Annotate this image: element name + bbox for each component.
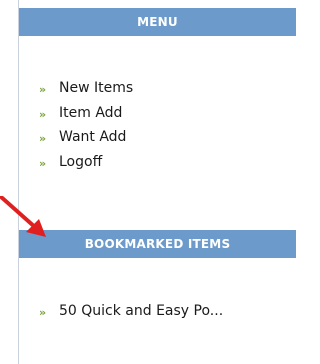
menu-item-label: Want Add [59,129,127,145]
double-chevron-right-icon: » [39,83,47,96]
bookmarked-items-header: BOOKMARKED ITEMS [19,228,296,258]
double-chevron-right-icon: » [39,132,47,145]
double-chevron-right-icon: » [39,156,47,170]
double-chevron-right-icon: » [39,107,47,121]
menu-item-label: Item Add [59,104,123,121]
menu-item-item-add[interactable]: » Item Add [19,103,133,128]
bookmarked-item-label: 50 Quick and Easy Po... [59,303,224,319]
bookmarked-item-link[interactable]: » 50 Quick and Easy Po... [19,301,223,325]
menu-item-label: New Items [59,80,134,96]
page: MENU » New Items » Item Add » Want Add »… [0,0,296,364]
menu-header: MENU [19,6,296,36]
double-chevron-right-icon: » [39,306,47,319]
menu-item-new-items[interactable]: » New Items [19,78,133,103]
menu-item-logoff[interactable]: » Logoff [19,152,133,177]
menu-item-label: Logoff [59,153,103,170]
bookmarked-items-title: BOOKMARKED ITEMS [84,237,231,251]
menu-item-want-add[interactable]: » Want Add [19,127,133,152]
red-arrow-icon [0,196,46,237]
menu-title: MENU [137,15,178,29]
bookmarked-items-list: » 50 Quick and Easy Po... [19,301,223,325]
sidebar-panel: MENU » New Items » Item Add » Want Add »… [18,0,296,364]
menu-list: » New Items » Item Add » Want Add » Logo… [19,78,133,176]
